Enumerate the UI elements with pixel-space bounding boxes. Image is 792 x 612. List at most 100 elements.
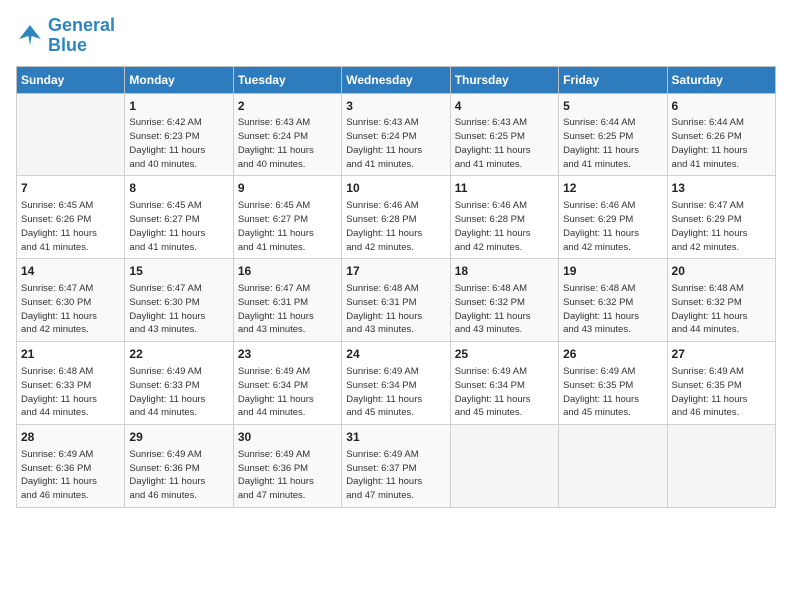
day-info: Sunrise: 6:48 AMSunset: 6:32 PMDaylight:… [563,282,662,337]
day-info: Sunrise: 6:45 AMSunset: 6:27 PMDaylight:… [129,199,228,254]
day-number: 28 [21,429,120,446]
day-header-sunday: Sunday [17,66,125,93]
day-info: Sunrise: 6:49 AMSunset: 6:37 PMDaylight:… [346,448,445,503]
day-number: 2 [238,98,337,115]
calendar-cell [450,425,558,508]
day-number: 5 [563,98,662,115]
calendar-cell: 10 Sunrise: 6:46 AMSunset: 6:28 PMDayligh… [342,176,450,259]
day-number: 30 [238,429,337,446]
calendar-cell: 14Sunrise: 6:47 AMSunset: 6:30 PMDayligh… [17,259,125,342]
day-number: 4 [455,98,554,115]
day-number: 7 [21,180,120,197]
day-info: Sunrise: 6:43 AMSunset: 6:25 PMDaylight:… [455,116,554,171]
day-number: 8 [129,180,228,197]
day-info: Sunrise: 6:48 AMSunset: 6:33 PMDaylight:… [21,365,120,420]
day-number: 12 [563,180,662,197]
day-info: Sunrise: 6:49 AMSunset: 6:36 PMDaylight:… [21,448,120,503]
day-info: Sunrise: 6:46 AMSunset: 6:29 PMDaylight:… [563,199,662,254]
day-number: 13 [672,180,771,197]
calendar-cell: 7Sunrise: 6:45 AMSunset: 6:26 PMDaylight… [17,176,125,259]
day-info: Sunrise: 6:49 AMSunset: 6:34 PMDaylight:… [346,365,445,420]
day-number: 20 [672,263,771,280]
day-header-friday: Friday [559,66,667,93]
calendar-week-1: 1Sunrise: 6:42 AMSunset: 6:23 PMDaylight… [17,93,776,176]
calendar-cell: 27 Sunrise: 6:49 AMSunset: 6:35 PMDayligh… [667,342,775,425]
day-info: Sunrise: 6:47 AMSunset: 6:29 PMDaylight:… [672,199,771,254]
day-info: Sunrise: 6:46 AMSunset: 6:28 PMDaylight:… [346,199,445,254]
day-number: 11 [455,180,554,197]
calendar-cell: 2Sunrise: 6:43 AMSunset: 6:24 PMDaylight… [233,93,341,176]
calendar-cell: 26 Sunrise: 6:49 AMSunset: 6:35 PMDayligh… [559,342,667,425]
calendar-week-3: 14 Sunrise: 6:47 AMSunset: 6:30 PMDayligh… [17,259,776,342]
day-number: 22 [129,346,228,363]
day-info: Sunrise: 6:48 AMSunset: 6:32 PMDaylight:… [672,282,771,337]
day-number: 9 [238,180,337,197]
day-info: Sunrise: 6:49 AMSunset: 6:35 PMDaylight:… [563,365,662,420]
day-info: Sunrise: 6:43 AMSunset: 6:24 PMDaylight:… [346,116,445,171]
day-info: Sunrise: 6:49 AMSunset: 6:35 PMDaylight:… [672,365,771,420]
day-header-wednesday: Wednesday [342,66,450,93]
calendar-cell: 5Sunrise: 6:44 AMSunset: 6:25 PMDaylight… [559,93,667,176]
calendar-cell: 30 Sunrise: 6:49 AMSunset: 6:36 PMDayligh… [233,425,341,508]
calendar-cell [559,425,667,508]
day-number: 31 [346,429,445,446]
day-number: 26 [563,346,662,363]
day-number: 27 [672,346,771,363]
calendar-cell: 11 Sunrise: 6:46 AMSunset: 6:28 PMDayligh… [450,176,558,259]
calendar-cell: 24Sunrise: 6:49 AMSunset: 6:34 PMDayligh… [342,342,450,425]
logo-icon [16,22,44,50]
day-info: Sunrise: 6:47 AMSunset: 6:30 PMDaylight:… [129,282,228,337]
day-number: 3 [346,98,445,115]
calendar-cell: 6Sunrise: 6:44 AMSunset: 6:26 PMDaylight… [667,93,775,176]
day-number: 25 [455,346,554,363]
calendar-cell: 29 Sunrise: 6:49 AMSunset: 6:36 PMDayligh… [125,425,233,508]
calendar-cell: 3Sunrise: 6:43 AMSunset: 6:24 PMDaylight… [342,93,450,176]
day-info: Sunrise: 6:48 AMSunset: 6:31 PMDaylight:… [346,282,445,337]
calendar-cell: 19 Sunrise: 6:48 AMSunset: 6:32 PMDayligh… [559,259,667,342]
day-info: Sunrise: 6:49 AMSunset: 6:33 PMDaylight:… [129,365,228,420]
calendar-cell [17,93,125,176]
logo-text: General Blue [48,16,115,56]
day-number: 1 [129,98,228,115]
day-number: 21 [21,346,120,363]
day-header-tuesday: Tuesday [233,66,341,93]
day-number: 17 [346,263,445,280]
day-number: 14 [21,263,120,280]
calendar-cell: 13 Sunrise: 6:47 AMSunset: 6:29 PMDayligh… [667,176,775,259]
day-info: Sunrise: 6:49 AMSunset: 6:36 PMDaylight:… [129,448,228,503]
day-number: 23 [238,346,337,363]
calendar-cell: 9 Sunrise: 6:45 AMSunset: 6:27 PMDaylight… [233,176,341,259]
day-info: Sunrise: 6:46 AMSunset: 6:28 PMDaylight:… [455,199,554,254]
calendar-cell: 8 Sunrise: 6:45 AMSunset: 6:27 PMDaylight… [125,176,233,259]
day-header-monday: Monday [125,66,233,93]
day-number: 29 [129,429,228,446]
calendar-week-4: 21 Sunrise: 6:48 AMSunset: 6:33 PMDayligh… [17,342,776,425]
calendar-cell: 31 Sunrise: 6:49 AMSunset: 6:37 PMDayligh… [342,425,450,508]
day-number: 10 [346,180,445,197]
calendar-cell: 18Sunrise: 6:48 AMSunset: 6:32 PMDayligh… [450,259,558,342]
day-info: Sunrise: 6:49 AMSunset: 6:34 PMDaylight:… [455,365,554,420]
day-number: 19 [563,263,662,280]
day-info: Sunrise: 6:49 AMSunset: 6:36 PMDaylight:… [238,448,337,503]
calendar-week-5: 28 Sunrise: 6:49 AMSunset: 6:36 PMDayligh… [17,425,776,508]
calendar-week-2: 7Sunrise: 6:45 AMSunset: 6:26 PMDaylight… [17,176,776,259]
page-header: General Blue [16,16,776,56]
calendar-cell: 22 Sunrise: 6:49 AMSunset: 6:33 PMDayligh… [125,342,233,425]
calendar-cell: 28 Sunrise: 6:49 AMSunset: 6:36 PMDayligh… [17,425,125,508]
calendar-header-row: SundayMondayTuesdayWednesdayThursdayFrid… [17,66,776,93]
day-info: Sunrise: 6:45 AMSunset: 6:27 PMDaylight:… [238,199,337,254]
logo: General Blue [16,16,115,56]
day-number: 18 [455,263,554,280]
calendar-cell: 16Sunrise: 6:47 AMSunset: 6:31 PMDayligh… [233,259,341,342]
day-info: Sunrise: 6:43 AMSunset: 6:24 PMDaylight:… [238,116,337,171]
day-info: Sunrise: 6:44 AMSunset: 6:26 PMDaylight:… [672,116,771,171]
day-info: Sunrise: 6:44 AMSunset: 6:25 PMDaylight:… [563,116,662,171]
calendar-cell: 12 Sunrise: 6:46 AMSunset: 6:29 PMDayligh… [559,176,667,259]
calendar-cell [667,425,775,508]
calendar-cell: 15Sunrise: 6:47 AMSunset: 6:30 PMDayligh… [125,259,233,342]
calendar-cell: 21 Sunrise: 6:48 AMSunset: 6:33 PMDayligh… [17,342,125,425]
day-info: Sunrise: 6:47 AMSunset: 6:31 PMDaylight:… [238,282,337,337]
day-header-thursday: Thursday [450,66,558,93]
calendar-cell: 4Sunrise: 6:43 AMSunset: 6:25 PMDaylight… [450,93,558,176]
calendar-cell: 23Sunrise: 6:49 AMSunset: 6:34 PMDayligh… [233,342,341,425]
